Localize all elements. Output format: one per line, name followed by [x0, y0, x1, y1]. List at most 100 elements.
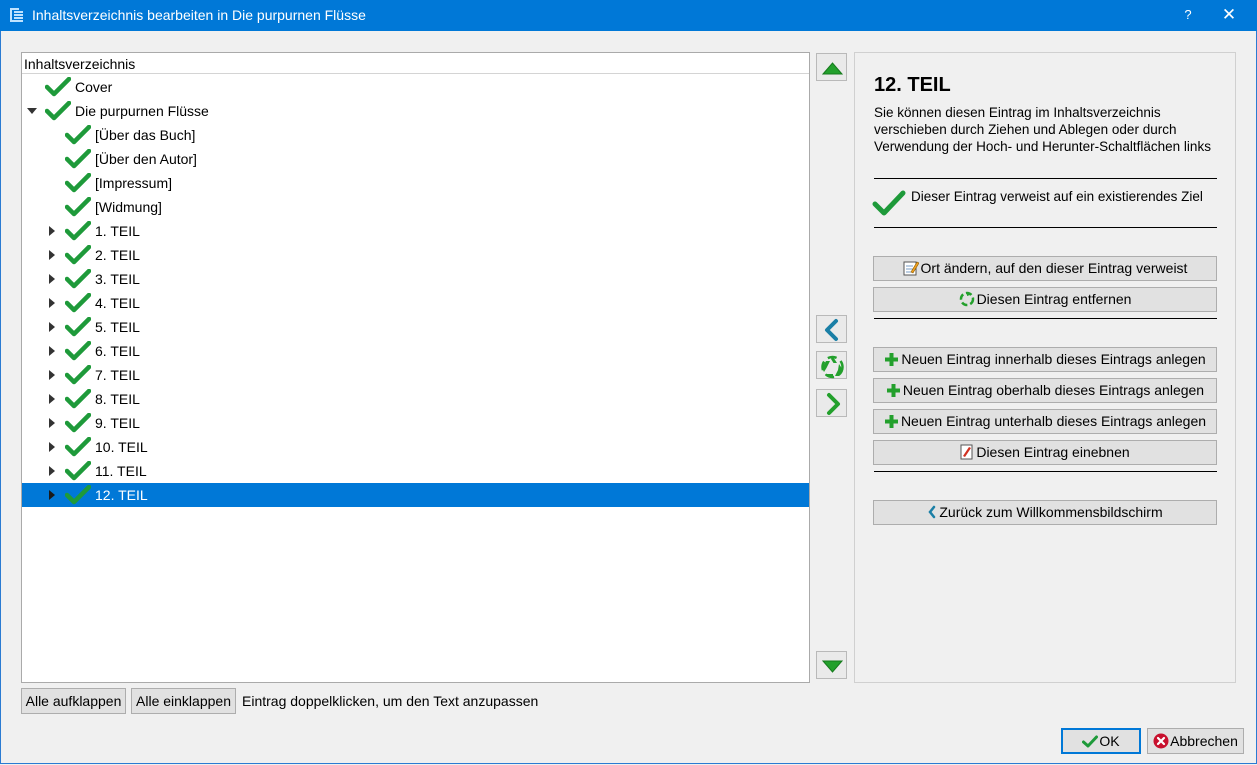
document-edit-icon: [960, 444, 973, 460]
check-icon: [45, 77, 71, 97]
toc-tree[interactable]: Inhaltsverzeichnis Cover Die purpurnen F…: [21, 52, 810, 683]
ok-label: OK: [1099, 733, 1120, 749]
expand-all-button[interactable]: Alle aufklappen: [21, 688, 126, 714]
change-location-label: Ort ändern, auf den dieser Eintrag verwe…: [920, 260, 1188, 276]
tree-item-teil-12[interactable]: 12. TEIL: [22, 483, 809, 507]
tree-item-teil-9[interactable]: 9. TEIL: [22, 411, 809, 435]
collapsed-arrow-icon[interactable]: [46, 249, 58, 261]
collapsed-arrow-icon[interactable]: [46, 417, 58, 429]
tree-item-label: 10. TEIL: [95, 439, 148, 455]
tree-item-teil-4[interactable]: 4. TEIL: [22, 291, 809, 315]
collapsed-arrow-icon[interactable]: [46, 369, 58, 381]
change-location-button[interactable]: Ort ändern, auf den dieser Eintrag verwe…: [873, 256, 1217, 281]
tree-item-teil-10[interactable]: 10. TEIL: [22, 435, 809, 459]
collapsed-arrow-icon[interactable]: [46, 489, 58, 501]
tree-item-label: [Über das Buch]: [95, 127, 196, 143]
window-title: Inhaltsverzeichnis bearbeiten in Die pur…: [32, 7, 366, 23]
collapse-all-button[interactable]: Alle einklappen: [131, 688, 236, 714]
divider: [874, 178, 1217, 179]
tree-header[interactable]: Inhaltsverzeichnis: [22, 53, 809, 74]
tree-item-widmung[interactable]: [Widmung]: [22, 195, 809, 219]
cancel-button[interactable]: Abbrechen: [1147, 728, 1244, 754]
ok-button[interactable]: OK: [1061, 728, 1141, 754]
add-above-button[interactable]: Neuen Eintrag oberhalb dieses Eintrags a…: [873, 378, 1217, 403]
check-icon: [65, 173, 91, 193]
tree-item-teil-5[interactable]: 5. TEIL: [22, 315, 809, 339]
check-icon: [65, 389, 91, 409]
entry-details-panel: 12. TEIL Sie können diesen Eintrag im In…: [854, 52, 1236, 683]
flatten-entry-button[interactable]: Diesen Eintrag einebnen: [873, 440, 1217, 465]
tree-item-teil-7[interactable]: 7. TEIL: [22, 363, 809, 387]
divider: [874, 227, 1217, 228]
add-inside-button[interactable]: Neuen Eintrag innerhalb dieses Eintrags …: [873, 347, 1217, 372]
check-icon: [65, 269, 91, 289]
check-icon: [65, 125, 91, 145]
check-icon: [45, 101, 71, 121]
arrow-up-icon: [821, 62, 844, 75]
app-icon: [10, 8, 23, 22]
collapsed-arrow-icon[interactable]: [46, 345, 58, 357]
check-icon: [65, 245, 91, 265]
collapsed-arrow-icon[interactable]: [46, 321, 58, 333]
tree-header-label: Inhaltsverzeichnis: [24, 56, 136, 72]
check-icon: [1082, 735, 1099, 748]
move-up-button[interactable]: [816, 53, 847, 81]
add-inside-label: Neuen Eintrag innerhalb dieses Eintrags …: [901, 351, 1206, 367]
entry-status: Dieser Eintrag verweist auf ein existier…: [911, 189, 1203, 204]
expanded-arrow-icon[interactable]: [26, 105, 38, 117]
move-right-button[interactable]: [816, 389, 847, 417]
close-button[interactable]: ✕: [1214, 4, 1244, 26]
tree-item-label: 2. TEIL: [95, 247, 140, 263]
tree-item-teil-3[interactable]: 3. TEIL: [22, 267, 809, 291]
tree-item-about-book[interactable]: [Über das Buch]: [22, 123, 809, 147]
tree-item-label: [Über den Autor]: [95, 151, 197, 167]
add-below-button[interactable]: Neuen Eintrag unterhalb dieses Eintrags …: [873, 409, 1217, 434]
collapsed-arrow-icon[interactable]: [46, 273, 58, 285]
tree-item-teil-11[interactable]: 11. TEIL: [22, 459, 809, 483]
check-icon: [65, 317, 91, 337]
tree-item-impressum[interactable]: [Impressum]: [22, 171, 809, 195]
tree-item-teil-2[interactable]: 2. TEIL: [22, 243, 809, 267]
tree-item-label: [Impressum]: [95, 175, 173, 191]
tree-item-teil-6[interactable]: 6. TEIL: [22, 339, 809, 363]
tree-item-label: 6. TEIL: [95, 343, 140, 359]
tree-item-teil-1[interactable]: 1. TEIL: [22, 219, 809, 243]
edit-icon: [903, 261, 919, 276]
remove-entry-text-button[interactable]: Diesen Eintrag entfernen: [873, 287, 1217, 312]
help-button[interactable]: ?: [1176, 4, 1200, 26]
recycle-icon: [821, 355, 844, 379]
tree-item-book[interactable]: Die purpurnen Flüsse: [22, 99, 809, 123]
tree-item-teil-8[interactable]: 8. TEIL: [22, 387, 809, 411]
divider: [874, 471, 1217, 472]
tree-item-cover[interactable]: Cover: [22, 75, 809, 99]
flatten-entry-label: Diesen Eintrag einebnen: [976, 444, 1130, 460]
tree-item-label: 12. TEIL: [95, 487, 148, 503]
cancel-label: Abbrechen: [1170, 733, 1238, 749]
check-icon: [65, 365, 91, 385]
move-down-button[interactable]: [816, 651, 847, 679]
remove-entry-button[interactable]: [816, 351, 847, 379]
entry-description: Sie können diesen Eintrag im Inhaltsverz…: [874, 105, 1211, 154]
move-left-button[interactable]: [816, 315, 847, 343]
back-to-welcome-button[interactable]: Zurück zum Willkommensbildschirm: [873, 500, 1217, 525]
collapsed-arrow-icon[interactable]: [46, 297, 58, 309]
entry-title: 12. TEIL: [874, 74, 951, 96]
collapsed-arrow-icon[interactable]: [46, 441, 58, 453]
collapsed-arrow-icon[interactable]: [46, 225, 58, 237]
check-icon: [65, 149, 91, 169]
edit-hint: Eintrag doppelklicken, um den Text anzup…: [242, 693, 539, 709]
collapsed-arrow-icon[interactable]: [46, 393, 58, 405]
check-icon: [65, 197, 91, 217]
tree-item-label: 3. TEIL: [95, 271, 140, 287]
check-icon: [65, 437, 91, 457]
divider: [874, 318, 1217, 319]
tree-item-label: Cover: [75, 79, 113, 95]
plus-icon: [884, 414, 898, 428]
tree-item-label: 4. TEIL: [95, 295, 140, 311]
collapsed-arrow-icon[interactable]: [46, 465, 58, 477]
title-bar: Inhaltsverzeichnis bearbeiten in Die pur…: [0, 0, 1257, 31]
collapse-all-label: Alle einklappen: [136, 693, 231, 709]
plus-icon: [886, 383, 900, 397]
back-to-welcome-label: Zurück zum Willkommensbildschirm: [939, 504, 1163, 520]
tree-item-about-author[interactable]: [Über den Autor]: [22, 147, 809, 171]
